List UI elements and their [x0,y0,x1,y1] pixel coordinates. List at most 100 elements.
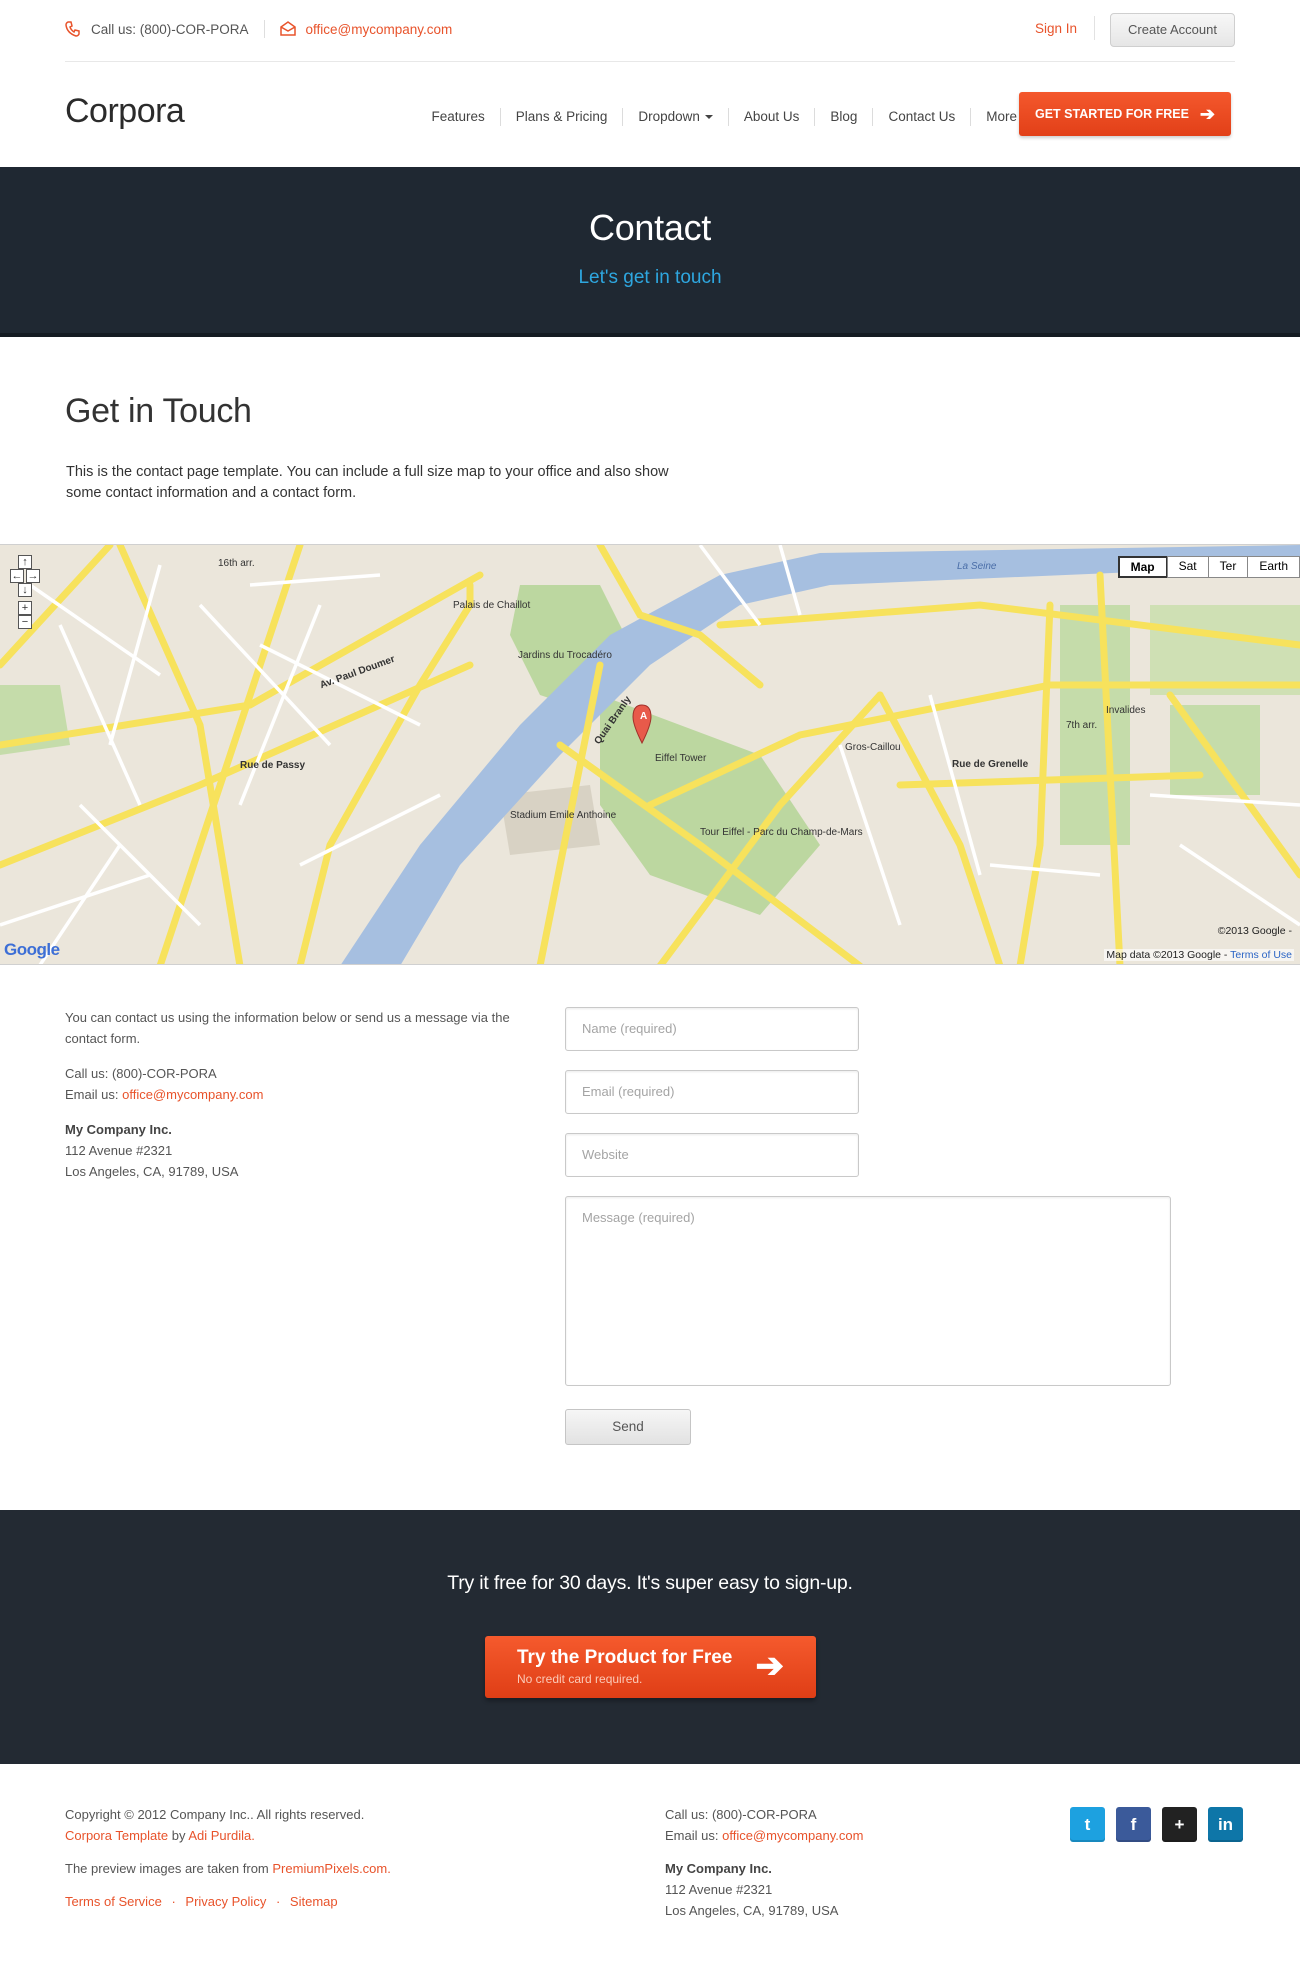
footer-link-separator: · [171,1894,176,1909]
contact-phone-email: Call us: (800)-COR-PORA Email us: office… [65,1063,525,1105]
footer-credit: Corpora Template by Adi Purdila. [65,1825,391,1846]
footer-address-line2: Los Angeles, CA, 91789, USA [665,1903,839,1918]
nav-item-label: More [986,109,1017,124]
footer-author-link[interactable]: Adi Purdila. [188,1828,254,1843]
footer-links: Terms of Service · Privacy Policy · Site… [65,1891,391,1912]
pan-up-icon[interactable]: ↑ [18,555,32,569]
contact-intro: You can contact us using the information… [65,1010,510,1046]
top-contact: Call us: (800)-COR-PORA office@mycompany… [65,20,452,38]
create-account-button[interactable]: Create Account [1110,13,1235,47]
sign-in-link[interactable]: Sign In [1035,21,1077,36]
get-started-button[interactable]: GET STARTED FOR FREE ➔ [1019,92,1231,136]
top-phone-text: Call us: (800)-COR-PORA [91,21,249,37]
facebook-icon[interactable]: f [1116,1807,1151,1842]
map-label-16th: 16th arr. [218,558,255,569]
contact-phone: Call us: (800)-COR-PORA [65,1066,217,1081]
map-type-ter-button[interactable]: Ter [1207,556,1249,578]
google-plus-icon[interactable]: + [1162,1807,1197,1842]
map-label-eiffel: Eiffel Tower [655,753,707,764]
nav-item-label: Dropdown [638,109,700,124]
page-hero: Contact Let's get in touch [0,167,1300,337]
map-type-toggle: Map Sat Ter Earth [1117,556,1300,578]
contact-info: You can contact us using the information… [65,1007,525,1196]
nav-item-dropdown[interactable]: Dropdown [622,108,728,126]
map-label-invalides: Invalides [1106,705,1146,716]
pan-down-icon[interactable]: ↓ [18,583,32,597]
chevron-down-icon [704,115,713,120]
social-links: t f + in [1059,1807,1243,1842]
pan-right-icon[interactable]: → [26,569,40,583]
twitter-icon[interactable]: t [1070,1807,1105,1842]
name-field[interactable]: Name (required) [565,1007,859,1051]
map-label-gros-caillou: Gros-Caillou [845,742,901,753]
send-button[interactable]: Send [565,1409,691,1445]
top-divider-right [1094,16,1095,40]
map-label-trocadero: Jardins du Trocadéro [518,650,612,661]
nav-item-label: Contact Us [888,109,956,124]
zoom-in-icon[interactable]: + [18,601,32,615]
footer-preview-link[interactable]: PremiumPixels.com. [272,1861,390,1876]
top-bar: Call us: (800)-COR-PORA office@mycompany… [65,0,1235,62]
arrow-right-icon: ➔ [755,1647,785,1685]
footer-phone: Call us: (800)-COR-PORA [665,1807,817,1822]
contact-company: My Company Inc. [65,1122,172,1137]
map-type-map-button[interactable]: Map [1117,556,1168,578]
footer-privacy-link[interactable]: Privacy Policy [185,1894,266,1909]
footer: Copyright © 2012 Company Inc.. All right… [0,1764,1300,1974]
map-label-7th: 7th arr. [1066,720,1098,731]
contact-address-line1: 112 Avenue #2321 [65,1143,173,1158]
contact-address-line2: Los Angeles, CA, 91789, USA [65,1164,239,1179]
message-field[interactable]: Message (required) [565,1196,1171,1386]
footer-terms-link[interactable]: Terms of Service [65,1894,162,1909]
email-field[interactable]: Email (required) [565,1070,859,1114]
top-divider [263,20,265,38]
zoom-out-icon[interactable]: − [18,615,32,629]
footer-address-line1: 112 Avenue #2321 [665,1882,773,1897]
map-label-champ-de-mars: Tour Eiffel - Parc du Champ-de-Mars [700,827,863,838]
footer-preview: The preview images are taken from Premiu… [65,1858,391,1879]
pan-left-icon[interactable]: ← [10,569,24,583]
map-label-stadium: Stadium Emile Anthoine [510,810,617,821]
contact-email-link[interactable]: office@mycompany.com [122,1087,263,1102]
nav-item-contact-us[interactable]: Contact Us [872,108,970,126]
map-canvas [0,545,1300,964]
nav-item-features[interactable]: Features [417,108,500,126]
footer-sitemap-link[interactable]: Sitemap [290,1894,338,1909]
section-title: Get in Touch [65,392,252,430]
logo[interactable]: Corpora [65,92,185,131]
trial-band: Try it free for 30 days. It's super easy… [0,1510,1300,1764]
contact-email-label: Email us: [65,1087,119,1102]
map-copyright: ©2013 Google - [1217,925,1292,937]
nav-item-label: Blog [830,109,858,124]
page-subtitle: Let's get in touch [578,267,722,288]
map-data-text: Map data ©2013 Google - [1106,949,1228,961]
google-logo: Google [4,940,60,959]
linkedin-icon[interactable]: in [1208,1807,1243,1842]
arrow-right-icon: ➔ [1199,104,1215,124]
map-type-earth-button[interactable]: Earth [1247,556,1300,578]
map-label-grenelle: Rue de Grenelle [952,759,1029,770]
footer-contact: Call us: (800)-COR-PORA Email us: office… [665,1804,863,1921]
office-map[interactable]: A Palais de Chaillot Jardins du Trocadér… [0,544,1300,965]
mail-icon [279,21,296,37]
nav-item-blog[interactable]: Blog [814,108,872,126]
footer-by: by [171,1828,186,1843]
header: Corpora Features Plans & Pricing Dropdown A… [65,62,1235,167]
map-type-sat-button[interactable]: Sat [1166,556,1209,578]
map-label-chaillot: Palais de Chaillot [453,600,531,611]
try-product-button[interactable]: Try the Product for Free No credit card … [485,1636,816,1698]
nav-item-plans-pricing[interactable]: Plans & Pricing [499,108,623,126]
website-field[interactable]: Website [565,1133,859,1177]
top-email-link[interactable]: office@mycompany.com [306,22,453,37]
nav-item-about-us[interactable]: About Us [727,108,815,126]
footer-template-link[interactable]: Corpora Template [65,1828,168,1843]
contact-address: My Company Inc. 112 Avenue #2321 Los Ang… [65,1119,525,1182]
map-marker-label: A [640,711,648,722]
footer-company: My Company Inc. [665,1861,772,1876]
map-data-attribution: Map data ©2013 Google - Terms of Use [1104,949,1294,961]
get-started-label: GET STARTED FOR FREE [1035,107,1189,121]
map-terms-link[interactable]: Terms of Use [1230,949,1292,961]
footer-email-link[interactable]: office@mycompany.com [722,1828,863,1843]
footer-copyright: Copyright © 2012 Company Inc.. All right… [65,1807,365,1822]
intro-text: This is the contact page template. You c… [66,464,669,501]
